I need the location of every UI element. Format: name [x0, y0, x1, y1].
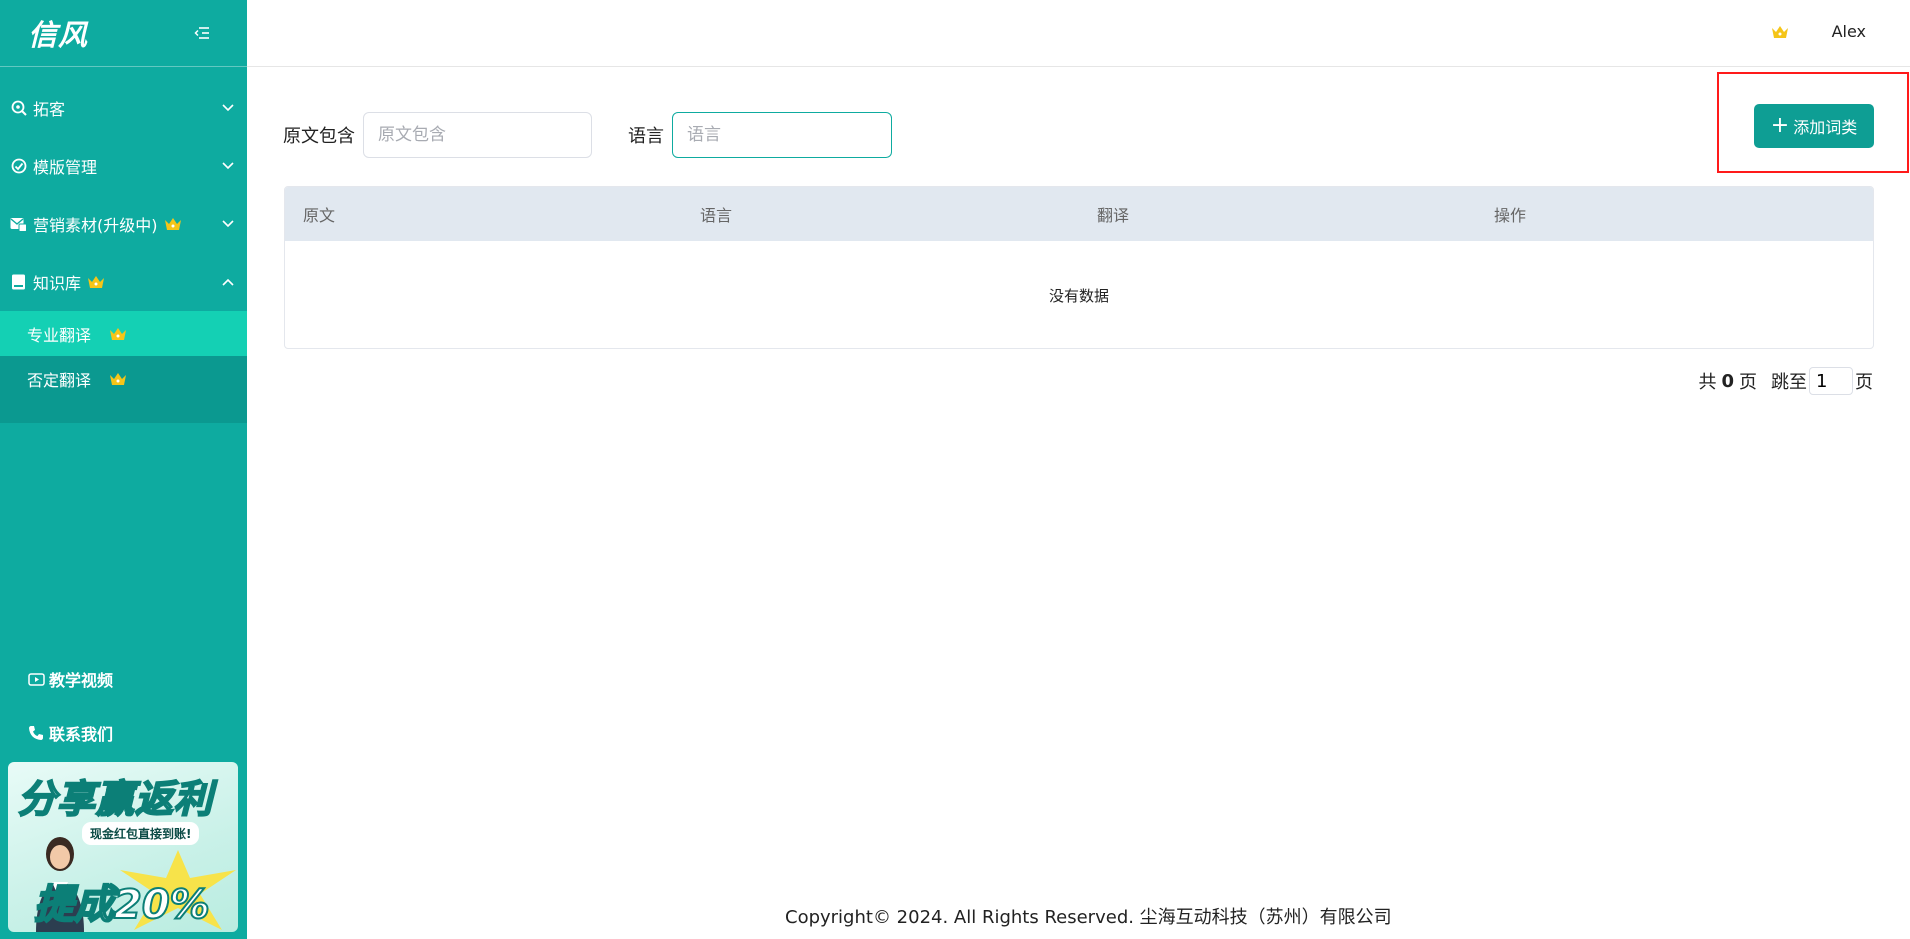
column-header-translation: 翻译: [1097, 206, 1130, 225]
promo-title: 分享赢返利: [17, 776, 214, 822]
table-header: 原文 语言 翻译 操作: [285, 187, 1873, 241]
sidebar: 信风 拓客 模版管理 营销素材(升级中) 知识库 专业翻译 否定翻译 教学视频 …: [0, 0, 247, 939]
crown-icon: [109, 372, 127, 386]
translation-table: 原文 语言 翻译 操作 没有数据: [284, 186, 1874, 349]
chevron-up-icon: [221, 275, 235, 289]
add-term-category-label: 添加词类: [1793, 118, 1858, 137]
crown-icon: [164, 217, 182, 231]
language-label: 语言: [628, 126, 664, 147]
source-text-label: 原文包含: [283, 126, 355, 147]
sidebar-item-label: 拓客: [33, 100, 66, 119]
sidebar-item-label: 营销素材(升级中): [33, 216, 158, 235]
pager-jump-suffix: 页: [1855, 372, 1873, 393]
pager-total-suffix: 页: [1739, 372, 1757, 393]
page-jump-input[interactable]: [1809, 367, 1853, 395]
column-header-actions: 操作: [1494, 206, 1527, 225]
phone-icon: [27, 724, 45, 742]
promo-percent: 提成20%: [33, 881, 211, 929]
footer-copyright: Copyright© 2024. All Rights Reserved. 尘海…: [785, 907, 1392, 928]
chevron-down-icon: [221, 101, 235, 115]
language-input[interactable]: [672, 112, 892, 158]
table-empty-state: 没有数据: [1048, 286, 1109, 305]
app-logo[interactable]: 信风: [28, 12, 88, 54]
pager-total-pages: 0: [1721, 370, 1734, 392]
contact-us-label: 联系我们: [49, 725, 114, 744]
search-circle-icon: [10, 100, 27, 117]
source-text-input[interactable]: [363, 112, 592, 158]
sidebar-menu: 拓客 模版管理 营销素材(升级中) 知识库 专业翻译 否定翻译: [0, 79, 247, 423]
promo-subtitle: 现金红包直接到账!: [82, 822, 200, 845]
menu-fold-icon[interactable]: [193, 24, 211, 42]
chevron-down-icon: [221, 217, 235, 231]
knowledge-base-submenu: 专业翻译 否定翻译: [0, 311, 247, 423]
sidebar-subitem-label: 专业翻译: [27, 325, 92, 345]
plus-icon: +: [1770, 113, 1790, 138]
crown-icon: [109, 327, 127, 341]
sidebar-item-templates[interactable]: 模版管理: [0, 137, 247, 195]
sidebar-item-label: 知识库: [33, 274, 82, 293]
video-icon: [27, 670, 45, 688]
sidebar-item-pro-translation[interactable]: 专业翻译: [0, 311, 247, 356]
mail-image-icon: [10, 216, 27, 233]
chevron-down-icon: [221, 159, 235, 173]
sidebar-bottom-links: 教学视频 联系我们: [0, 652, 247, 760]
book-icon: [10, 274, 27, 291]
referral-promo-banner[interactable]: 分享赢返利 现金红包直接到账! 提成20%: [8, 762, 238, 932]
check-circle-icon: [10, 158, 27, 175]
column-header-source: 原文: [303, 206, 336, 225]
user-name[interactable]: Alex: [1832, 22, 1866, 41]
column-header-language: 语言: [700, 206, 733, 225]
sidebar-item-negative-translation[interactable]: 否定翻译: [0, 356, 247, 401]
sidebar-item-knowledge-base[interactable]: 知识库: [0, 253, 247, 311]
topbar: Alex: [247, 0, 1910, 67]
filter-bar: 原文包含 语言: [283, 112, 892, 158]
sidebar-item-prospecting[interactable]: 拓客: [0, 79, 247, 137]
contact-us-link[interactable]: 联系我们: [0, 706, 247, 760]
pagination: 共 0 页 跳至 页: [1698, 367, 1873, 395]
tutorial-videos-label: 教学视频: [49, 671, 114, 690]
pager-total-prefix: 共: [1698, 372, 1717, 393]
sidebar-item-marketing[interactable]: 营销素材(升级中): [0, 195, 247, 253]
logo-row: 信风: [0, 0, 247, 67]
crown-icon[interactable]: [1771, 24, 1789, 40]
tutorial-videos-link[interactable]: 教学视频: [0, 652, 247, 706]
sidebar-item-label: 模版管理: [33, 158, 98, 177]
crown-icon: [87, 275, 105, 289]
add-term-category-button[interactable]: + 添加词类: [1754, 104, 1874, 148]
sidebar-subitem-label: 否定翻译: [27, 370, 92, 390]
pager-jump-prefix: 跳至: [1771, 372, 1807, 393]
